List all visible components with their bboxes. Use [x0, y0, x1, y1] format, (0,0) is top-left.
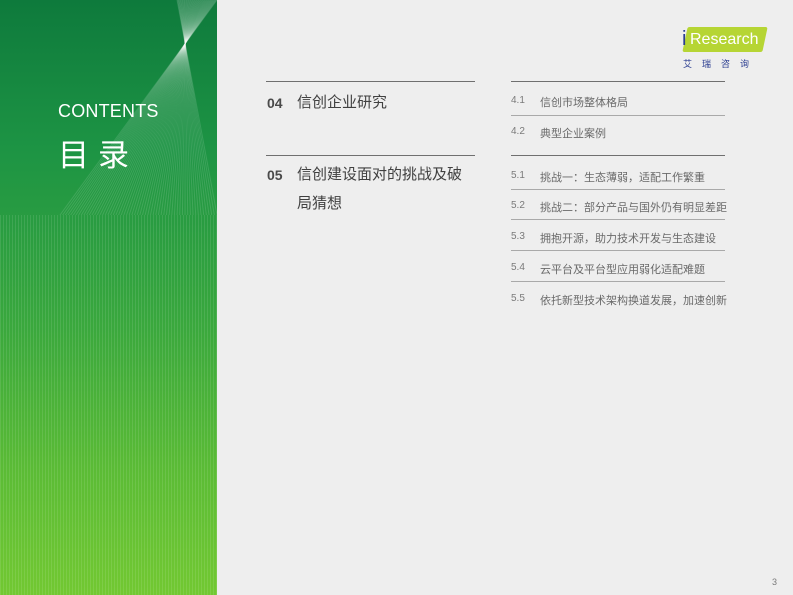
subsection-divider	[511, 219, 725, 220]
subsection-number: 5.1	[511, 170, 525, 181]
subsection-title[interactable]: 依托新型技术架构换道发展，加速创新	[540, 292, 727, 308]
iresearch-logo: i Research 艾瑞咨询	[680, 25, 770, 71]
logo-chinese-name: 艾瑞咨询	[683, 60, 760, 70]
subsection-title[interactable]: 拥抱开源，助力技术开发与生态建设	[540, 230, 716, 246]
subsection-divider	[511, 189, 725, 190]
subsection-number: 5.4	[511, 262, 525, 273]
subsection-title[interactable]: 信创市场整体格局	[540, 94, 628, 110]
subsection-05-top-rule	[511, 155, 725, 156]
sidebar-panel	[0, 0, 217, 595]
subsection-title[interactable]: 云平台及平台型应用弱化适配难题	[540, 261, 705, 277]
subsection-number: 4.2	[511, 126, 525, 137]
subsection-number: 5.5	[511, 293, 525, 304]
contents-heading-en: CONTENTS	[58, 101, 159, 121]
section-04-title[interactable]: 信创企业研究	[297, 88, 467, 117]
subsection-divider	[511, 115, 725, 116]
section-04-rule	[266, 81, 475, 82]
subsection-number: 4.1	[511, 95, 525, 106]
sidebar-stripe-pattern	[0, 215, 217, 595]
subsection-number: 5.3	[511, 231, 525, 242]
subsection-title[interactable]: 挑战一：生态薄弱，适配工作繁重	[540, 169, 705, 185]
section-05-rule	[266, 155, 475, 156]
page-number: 3	[772, 577, 778, 587]
contents-heading-cn: 目录	[58, 138, 138, 174]
subsection-divider	[511, 281, 725, 282]
subsection-title[interactable]: 典型企业案例	[540, 125, 606, 141]
logo-text: Research	[690, 31, 759, 48]
subsection-title[interactable]: 挑战二：部分产品与国外仍有明显差距	[540, 199, 727, 215]
section-05-title[interactable]: 信创建设面对的挑战及破局猜想	[297, 160, 462, 218]
subsection-04-top-rule	[511, 81, 725, 82]
subsection-number: 5.2	[511, 200, 525, 211]
section-05-number[interactable]: 05	[267, 167, 283, 183]
subsection-divider	[511, 250, 725, 251]
logo-mark: i	[682, 28, 687, 50]
section-04-number[interactable]: 04	[267, 95, 283, 111]
